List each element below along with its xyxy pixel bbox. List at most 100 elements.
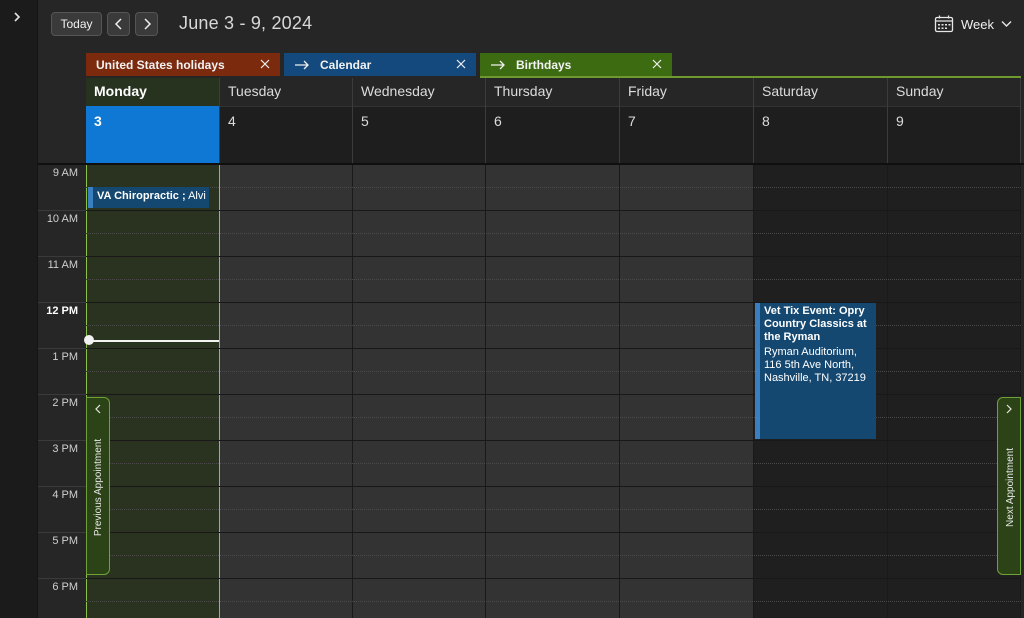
time-label: 9 AM	[52, 167, 78, 179]
time-label-current: 12 PM	[46, 305, 78, 317]
view-selector[interactable]: Week	[934, 13, 1014, 35]
hour-line	[86, 256, 1021, 257]
arrow-right-icon	[294, 60, 310, 70]
event-color-bar	[755, 303, 760, 439]
day-header-thursday[interactable]: Thursday 6	[486, 78, 620, 164]
half-hour-line	[86, 371, 1021, 372]
half-hour-line	[86, 555, 1021, 556]
gutter-line	[38, 256, 86, 257]
time-label: 3 PM	[52, 443, 78, 455]
time-label: 10 AM	[46, 213, 78, 225]
previous-appointment-label: Previous Appointment	[93, 438, 105, 536]
day-number: 6	[494, 113, 502, 129]
time-label: 2 PM	[52, 397, 78, 409]
gutter-line	[38, 440, 86, 441]
half-hour-line	[86, 601, 1021, 602]
next-appointment-label: Next Appointment	[1004, 447, 1016, 527]
hour-line	[86, 532, 1021, 533]
day-name: Saturday	[762, 83, 819, 99]
date-range-title: June 3 - 9, 2024	[179, 13, 313, 33]
event-title: Vet Tix Event: Opry Country Classics at …	[764, 305, 867, 343]
calendar-tab-us-holidays[interactable]: United States holidays	[86, 53, 280, 76]
time-gutter: 9 AM 10 AM 11 AM 12 PM 1 PM 2 PM 3 PM 4 …	[38, 165, 86, 618]
time-label: 1 PM	[52, 351, 78, 363]
hour-line	[86, 394, 1021, 395]
day-header-row: Monday 3 Tuesday 4 Wednesday 5 Thursday …	[86, 78, 1021, 164]
hour-line	[86, 578, 1021, 579]
day-header-saturday[interactable]: Saturday 8	[754, 78, 888, 164]
day-header-friday[interactable]: Friday 7	[620, 78, 754, 164]
event-color-bar	[88, 187, 93, 208]
calendar-tab-label: Calendar	[320, 57, 372, 72]
next-appointment-button[interactable]: Next Appointment	[997, 397, 1021, 575]
day-header-number-area	[754, 106, 887, 164]
next-week-button[interactable]	[135, 12, 158, 36]
chevron-left-icon	[114, 18, 122, 30]
day-header-number-area	[888, 106, 1020, 164]
day-header-number-area	[620, 106, 753, 164]
event-organizer: Alvi	[188, 190, 206, 202]
half-hour-line	[86, 233, 1021, 234]
close-icon[interactable]	[454, 57, 468, 71]
calendar-tab-label: Birthdays	[516, 57, 572, 72]
calendar-tab-calendar[interactable]: Calendar	[284, 53, 476, 76]
day-name: Wednesday	[361, 83, 435, 99]
hour-line	[86, 486, 1021, 487]
left-rail	[0, 0, 38, 618]
calendar-app: { "toolbar": { "today_label": "Today", "…	[0, 0, 1024, 618]
event-text: VA Chiropractic ; Alvi	[97, 190, 206, 202]
day-name: Sunday	[896, 83, 944, 99]
half-hour-line	[86, 279, 1021, 280]
time-label: 5 PM	[52, 535, 78, 547]
calendar-tab-birthdays[interactable]: Birthdays	[480, 53, 672, 76]
previous-appointment-button[interactable]: Previous Appointment	[86, 397, 110, 575]
current-time-dot	[84, 335, 94, 345]
gutter-line	[38, 532, 86, 533]
calendar-icon	[934, 15, 954, 33]
day-number: 8	[762, 113, 770, 129]
day-header-monday[interactable]: Monday 3	[86, 78, 220, 164]
gutter-line	[38, 394, 86, 395]
day-number: 7	[628, 113, 636, 129]
chevron-down-icon	[1001, 21, 1012, 27]
view-label: Week	[961, 16, 994, 32]
previous-week-button[interactable]	[107, 12, 130, 36]
current-time-line	[88, 340, 219, 342]
event-va-chiropractic[interactable]: VA Chiropractic ; Alvi	[88, 187, 209, 208]
gutter-line	[38, 210, 86, 211]
event-vet-tix-opry[interactable]: Vet Tix Event: Opry Country Classics at …	[755, 303, 876, 439]
event-location: Ryman Auditorium, 116 5th Ave North, Nas…	[764, 346, 866, 384]
day-header-number-area	[486, 106, 619, 164]
day-name: Monday	[94, 83, 147, 99]
day-header-sunday[interactable]: Sunday 9	[888, 78, 1021, 164]
half-hour-line	[86, 325, 1021, 326]
time-label: 6 PM	[52, 581, 78, 593]
half-hour-line	[86, 187, 1021, 188]
half-hour-line	[86, 417, 1021, 418]
chevron-right-icon	[143, 18, 151, 30]
day-number: 5	[361, 113, 369, 129]
today-button[interactable]: Today	[51, 12, 102, 36]
half-hour-line	[86, 463, 1021, 464]
close-icon[interactable]	[258, 57, 272, 71]
gutter-line	[38, 578, 86, 579]
gutter-line	[38, 486, 86, 487]
day-number: 9	[896, 113, 904, 129]
day-header-wednesday[interactable]: Wednesday 5	[353, 78, 486, 164]
day-number: 3	[94, 113, 102, 129]
calendar-tab-label: United States holidays	[96, 57, 225, 72]
hour-line	[86, 302, 1021, 303]
day-header-tuesday[interactable]: Tuesday 4	[220, 78, 353, 164]
day-name: Tuesday	[228, 83, 282, 99]
day-header-number-area	[86, 106, 219, 164]
time-label: 11 AM	[47, 259, 78, 271]
expand-chevron-icon[interactable]	[8, 8, 26, 26]
event-title: VA Chiropractic ;	[97, 190, 186, 202]
half-hour-line	[86, 509, 1021, 510]
day-header-number-area	[353, 106, 485, 164]
time-label: 4 PM	[52, 489, 78, 501]
day-name: Thursday	[494, 83, 553, 99]
arrow-right-icon	[490, 60, 506, 70]
gutter-line	[38, 302, 86, 303]
close-icon[interactable]	[650, 57, 664, 71]
